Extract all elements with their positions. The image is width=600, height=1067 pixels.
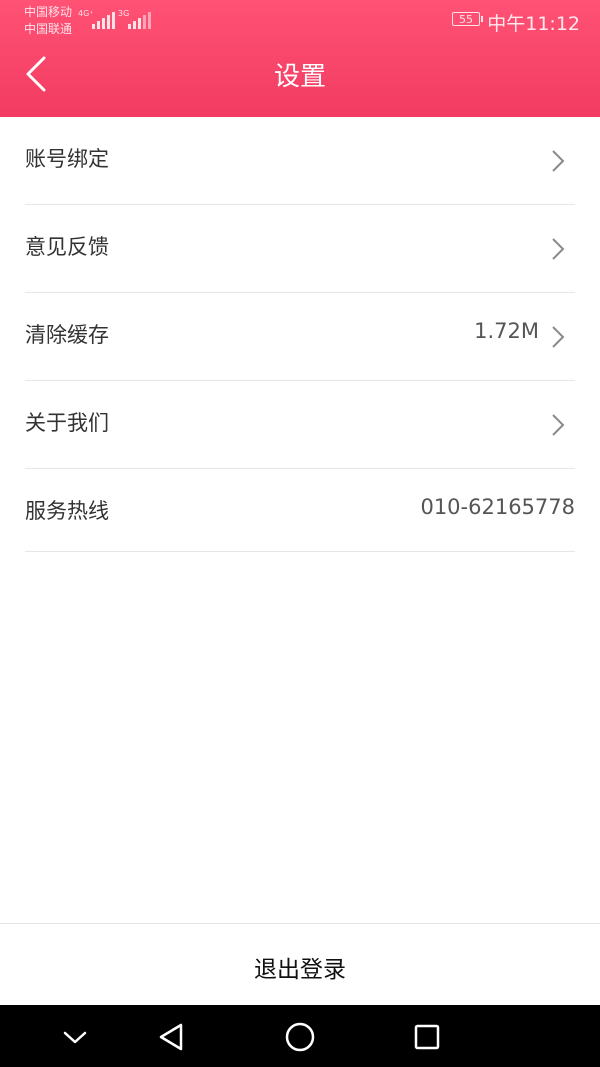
status-time: 中午11:12 bbox=[487, 13, 580, 35]
navigation-bar: 设置 bbox=[0, 42, 600, 117]
settings-item-label: 账号绑定 bbox=[25, 147, 109, 171]
header: 中国移动 中国联通 4G⁺ 3G 55 中午11:12 设置 bbox=[0, 0, 600, 117]
settings-item-about-us[interactable]: 关于我们 bbox=[25, 381, 575, 469]
system-navigation-bar bbox=[0, 1005, 600, 1067]
chevron-right-icon bbox=[552, 150, 565, 172]
settings-item-account-binding[interactable]: 账号绑定 bbox=[25, 117, 575, 205]
settings-item-service-hotline[interactable]: 服务热线 010-62165778 bbox=[25, 469, 575, 552]
settings-item-clear-cache[interactable]: 清除缓存 1.72M bbox=[25, 293, 575, 381]
recents-square-icon bbox=[414, 1024, 440, 1050]
logout-button[interactable]: 退出登录 bbox=[0, 923, 600, 1006]
settings-item-label: 清除缓存 bbox=[25, 323, 109, 347]
system-back-button[interactable] bbox=[154, 1019, 190, 1055]
chevron-right-icon bbox=[552, 414, 565, 436]
chevron-right-icon bbox=[552, 238, 565, 260]
page-title: 设置 bbox=[273, 62, 326, 92]
settings-item-feedback[interactable]: 意见反馈 bbox=[25, 205, 575, 293]
settings-item-label: 服务热线 bbox=[25, 499, 109, 523]
hotline-number: 010-62165778 bbox=[420, 495, 575, 519]
cache-size: 1.72M bbox=[474, 319, 539, 343]
home-circle-icon bbox=[285, 1022, 315, 1052]
settings-item-label: 意见反馈 bbox=[25, 235, 109, 259]
system-home-button[interactable] bbox=[282, 1019, 318, 1055]
carrier-1: 中国移动 bbox=[24, 5, 73, 19]
hide-nav-button[interactable] bbox=[57, 1019, 93, 1055]
signal-icon bbox=[92, 11, 115, 29]
settings-item-label: 关于我们 bbox=[25, 411, 109, 435]
battery-icon: 55 bbox=[452, 12, 483, 26]
status-bar: 中国移动 中国联通 4G⁺ 3G 55 中午11:12 bbox=[0, 0, 600, 42]
signal-icon bbox=[128, 11, 151, 29]
chevron-right-icon bbox=[552, 326, 565, 348]
carrier-info: 中国移动 中国联通 bbox=[24, 4, 72, 38]
logout-label: 退出登录 bbox=[254, 957, 346, 983]
system-recents-button[interactable] bbox=[409, 1019, 445, 1055]
back-triangle-icon bbox=[159, 1023, 183, 1051]
chevron-down-icon bbox=[63, 1031, 87, 1044]
settings-list: 账号绑定 意见反馈 清除缓存 1.72M 关于我们 服务热线 010-62165… bbox=[0, 117, 600, 552]
carrier-2: 中国联通 bbox=[24, 22, 73, 36]
